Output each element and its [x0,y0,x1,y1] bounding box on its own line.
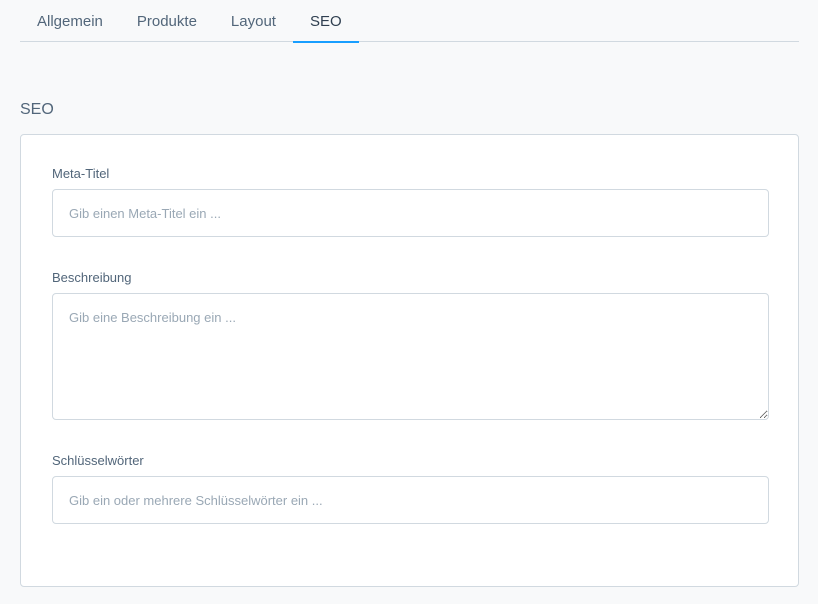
keywords-label: Schlüsselwörter [52,453,144,468]
tab-bar: Allgemein Produkte Layout SEO [20,0,799,43]
description-textarea[interactable] [52,293,769,420]
tab-layout[interactable]: Layout [214,0,293,42]
tab-produkte[interactable]: Produkte [120,0,214,42]
description-label: Beschreibung [52,270,132,285]
meta-title-input[interactable] [52,189,769,237]
keywords-input[interactable] [52,476,769,524]
tab-seo[interactable]: SEO [292,0,359,43]
meta-title-label: Meta-Titel [52,166,110,181]
seo-card: Meta-Titel Beschreibung Schlüsselwörter [20,134,799,587]
section-title: SEO [20,101,54,118]
tab-allgemein[interactable]: Allgemein [20,0,120,42]
